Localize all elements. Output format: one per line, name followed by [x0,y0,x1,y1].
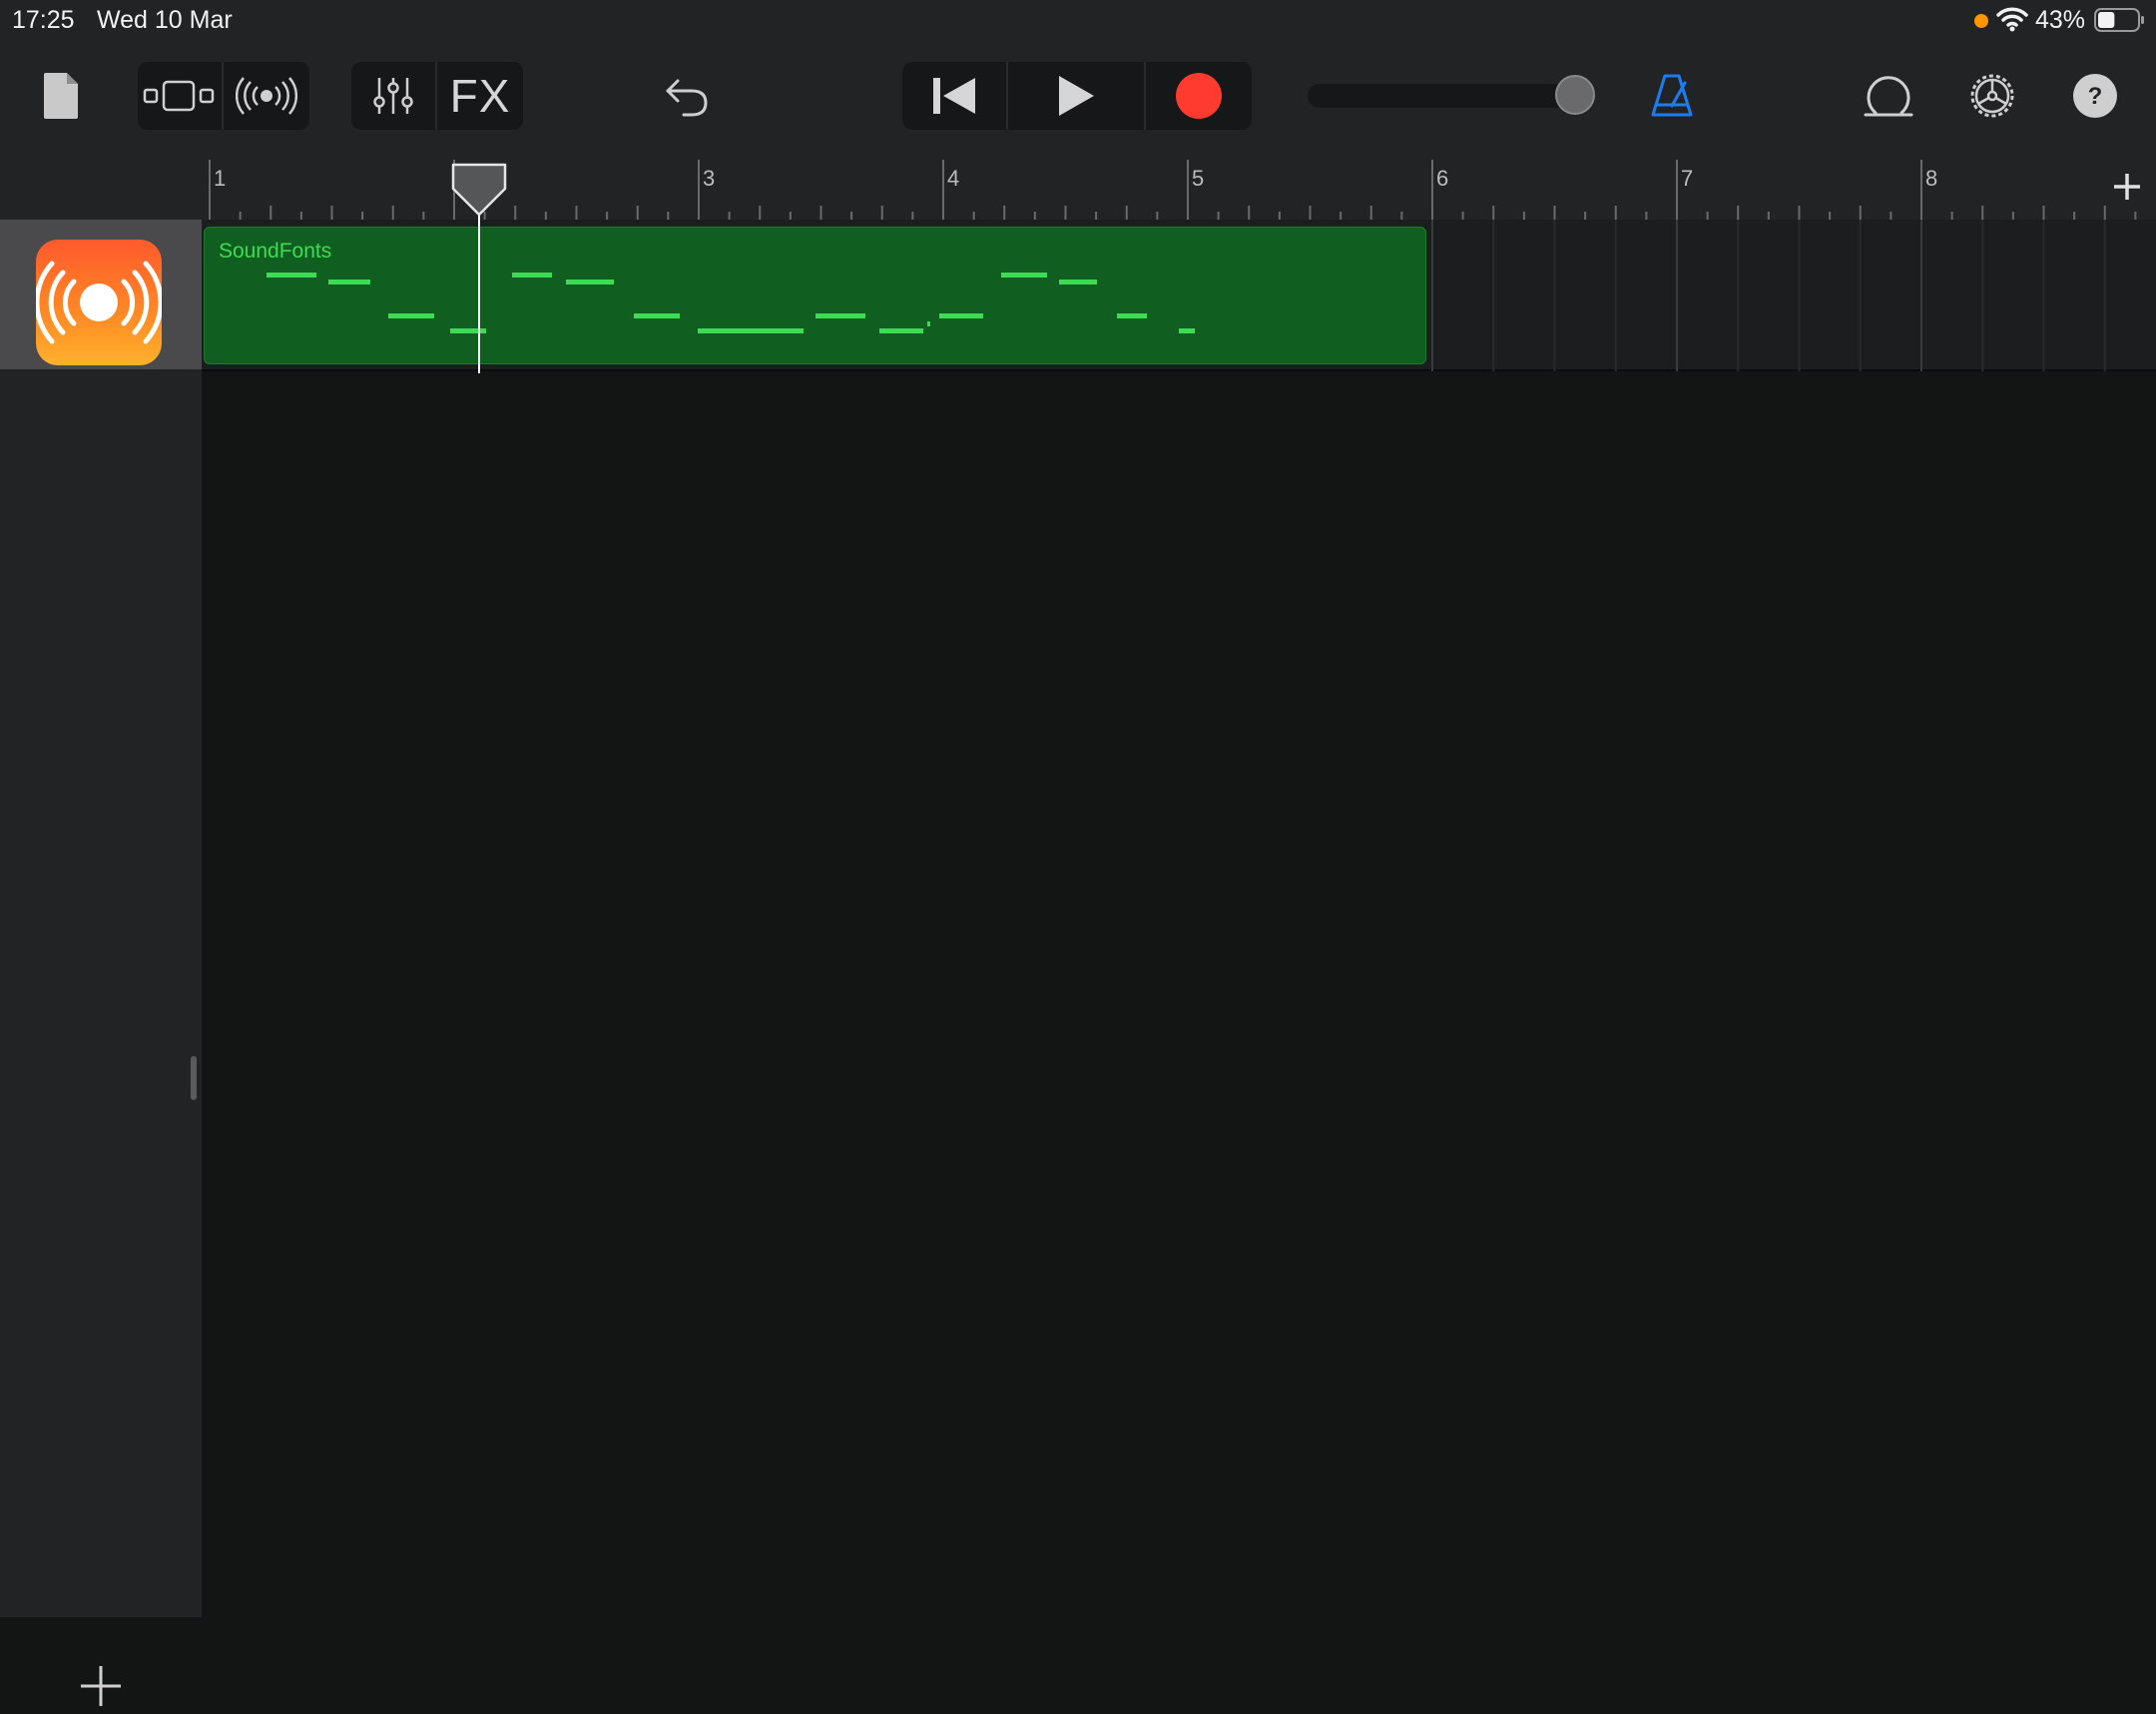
midi-note [328,280,370,285]
region-notes [267,273,1195,333]
privacy-indicator-dot [1974,14,1988,28]
tracks-view-button[interactable] [224,62,309,130]
gear-icon [1970,74,2014,118]
midi-note [1179,328,1195,333]
midi-region[interactable]: SoundFonts [204,227,1426,364]
midi-note [388,313,434,318]
midi-note [267,273,316,278]
document-icon [44,73,78,119]
midi-note [1059,280,1097,285]
playhead-handle[interactable] [451,163,507,219]
mixer-fx-group: FX [351,62,523,130]
svg-text:?: ? [2088,83,2103,110]
transport-group [902,62,1252,130]
go-to-beginning-button[interactable] [902,62,1006,130]
status-bar: 17:25 Wed 10 Mar 43% [0,0,2156,40]
settings-button[interactable] [1962,66,2022,126]
master-volume-slider-track[interactable] [1308,84,1577,108]
track-header-column [0,160,202,1706]
sliders-icon [373,78,413,114]
bar-number: 3 [703,166,715,191]
fx-label: FX [449,70,511,122]
play-button[interactable] [1008,62,1144,130]
status-time: 17:25 [12,6,75,34]
midi-note [939,313,983,318]
bar-number: 1 [214,166,226,191]
bar-number: 8 [1925,166,1937,191]
midi-note [879,328,923,333]
play-icon [1059,76,1094,116]
mixer-button[interactable] [351,62,435,130]
browser-view-icon [143,80,215,112]
midi-note [698,328,804,333]
record-icon [1176,73,1222,119]
fx-button[interactable]: FX [437,62,523,130]
undo-button[interactable] [659,68,715,124]
bar-number: 7 [1681,166,1693,191]
master-volume-slider-knob[interactable] [1555,75,1595,115]
question-icon: ? [2073,74,2117,118]
track-lane[interactable]: SoundFonts [202,220,2156,371]
loop-icon [1864,76,1913,117]
midi-note [566,280,614,285]
toolbar: FX ? [0,40,2156,160]
midi-note [1117,313,1147,318]
instrument-icon[interactable] [34,240,164,365]
plus-icon [2114,174,2140,200]
status-date: Wed 10 Mar [97,6,233,34]
audio-recorder-icon [34,261,164,344]
browser-view-button[interactable] [138,62,220,130]
bar-number: 6 [1436,166,1448,191]
live-loops-broadcast-icon [236,77,297,115]
view-group [138,62,309,130]
wifi-icon [1996,7,2028,32]
midi-note [927,321,930,326]
metronome-button[interactable] [1645,68,1699,124]
add-track-button[interactable] [78,1663,124,1709]
midi-note [512,273,552,278]
midi-note [815,313,865,318]
add-section-button[interactable] [2112,172,2142,202]
battery-icon [2094,8,2144,32]
header-resize-grip[interactable] [191,1056,197,1100]
help-button[interactable]: ? [2070,70,2120,122]
loop-browser-button[interactable] [1859,68,1918,124]
plus-icon [81,1666,121,1706]
midi-note [634,313,680,318]
metronome-icon [1651,74,1693,117]
tracks-area[interactable]: SoundFonts [202,220,2156,1617]
my-songs-button[interactable] [36,66,86,126]
undo-arrow-icon [666,79,708,117]
bar-number: 4 [947,166,959,191]
skip-back-icon [933,78,975,114]
battery-percentage: 43% [2035,6,2086,34]
record-button[interactable] [1146,62,1252,130]
bar-number: 5 [1192,166,1204,191]
midi-note [1001,273,1047,278]
midi-note [450,328,486,333]
